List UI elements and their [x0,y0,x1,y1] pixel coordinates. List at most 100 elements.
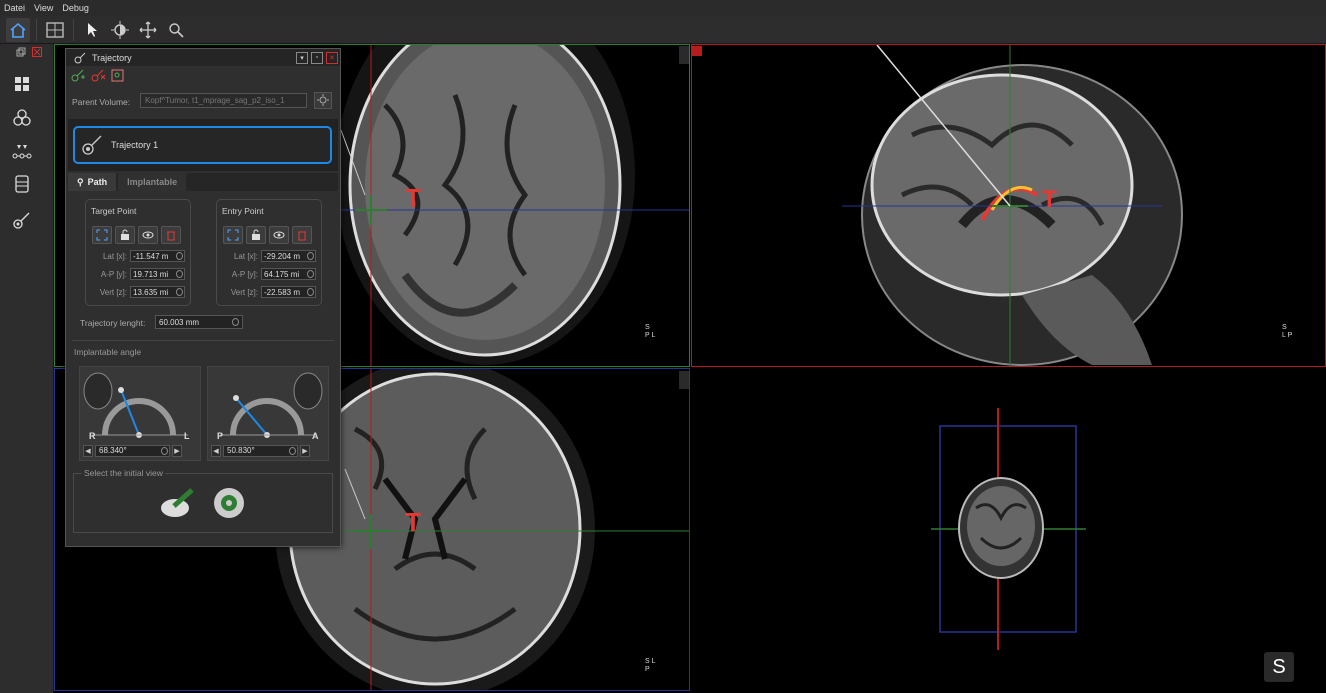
trajectory-length-value: 60.003 mm [159,318,200,327]
add-trajectory-icon[interactable] [70,68,86,82]
spin-icon[interactable] [176,270,183,278]
panel-float-button[interactable]: ▫ [311,51,323,64]
tab-implantable-label: Implantable [127,177,178,187]
apps-grid-button[interactable] [10,72,34,96]
remove-trajectory-icon[interactable] [90,68,106,82]
target-point-title: Target Point [91,206,137,216]
initial-view-axial-button[interactable] [212,486,246,520]
chevron-down-icon: ▾ [300,54,304,62]
entry-vert-row: Vert [z]: -22.583 m [221,286,316,298]
target-lat-value: -11.547 m [133,251,169,261]
menu-view[interactable]: View [34,3,53,13]
target-ap-input[interactable]: 19.713 mi [130,268,185,280]
target-point-group: Target Point Lat [x]: -11.547 m A-P [y]:… [85,199,191,306]
angle-rl-increment[interactable]: ▶ [172,444,182,457]
target-lat-input[interactable]: -11.547 m [130,250,185,262]
spin-icon[interactable] [176,252,183,260]
target-vert-row: Vert [z]: 13.635 mi [90,286,185,298]
angle-rl-control: ◀ 68.340° ▶ [83,444,182,457]
eye-icon [142,231,154,239]
pan-button[interactable] [136,18,160,42]
orientation-marker: S L P [645,658,656,674]
spin-icon[interactable] [307,288,314,296]
target-vert-value: 13.635 mi [133,287,169,297]
trajectory-tool-button[interactable] [10,208,34,232]
menu-datei[interactable]: Datei [4,3,25,13]
sagittal-viewport[interactable]: T S L P [691,44,1326,367]
panel-close-button[interactable]: ✕ [326,51,338,64]
s-badge[interactable]: S [1264,652,1294,682]
main-toolbar [0,16,1326,44]
home-button[interactable] [6,17,30,42]
3d-viewport[interactable] [691,368,1326,691]
angle-pa-increment[interactable]: ▶ [300,444,310,457]
angle-pa-control: ◀ 50.830° ▶ [211,444,310,457]
entry-visibility-button[interactable] [269,226,289,244]
magnifier-icon [169,22,184,38]
angle-pa-decrement[interactable]: ◀ [211,444,221,457]
initial-view-probe-button[interactable] [160,486,194,520]
target-lock-button[interactable] [115,226,135,244]
orientation-s: S [645,324,650,331]
3d-scene [931,408,1086,650]
sagittal-viewport-menu[interactable] [692,46,702,56]
segmentation-button[interactable] [10,106,34,130]
initial-view-label: Select the initial view [82,468,165,478]
target-visibility-button[interactable] [138,226,158,244]
settings-icon [317,94,329,106]
points-button[interactable] [10,140,34,164]
layout-button[interactable] [43,18,67,42]
angle-pa-left: P [217,431,224,441]
spin-icon[interactable] [232,318,239,326]
angle-rl-decrement[interactable]: ◀ [83,444,93,457]
panel-menu-button[interactable]: ▾ [296,51,308,64]
zoom-button[interactable] [164,18,188,42]
close-icon[interactable] [32,47,42,57]
svg-text:T: T [405,183,421,213]
axial-viewport-menu[interactable] [679,371,689,389]
home-icon [10,22,26,38]
target-delete-button[interactable] [161,226,181,244]
pointer-tool-button[interactable] [80,18,104,42]
angle-rl-right: L [184,431,190,441]
coronal-viewport-menu[interactable] [679,46,689,64]
angle-rl-value: 68.340° [99,446,127,455]
menu-debug[interactable]: Debug [62,3,89,13]
target-focus-button[interactable] [92,226,112,244]
target-vert-input[interactable]: 13.635 mi [130,286,185,298]
tab-path[interactable]: ⚲ Path [68,173,117,191]
entry-ap-input[interactable]: 64.175 mi [261,268,316,280]
trash-icon [298,231,306,241]
spin-icon[interactable] [161,446,168,455]
spin-icon[interactable] [289,446,296,455]
orientation-p: P [645,666,650,673]
close-icon: ✕ [329,54,335,62]
spin-icon[interactable] [307,252,314,260]
tab-implantable[interactable]: Implantable [118,173,187,191]
menu-bar: Datei View Debug [0,0,1326,16]
window-level-button[interactable] [108,18,132,42]
spin-icon[interactable] [307,270,314,278]
trajectory-list-item[interactable]: Trajectory 1 [73,126,332,164]
film-button[interactable] [10,172,34,196]
restore-icon[interactable] [16,47,26,57]
trajectory-length-input[interactable]: 60.003 mm [155,315,243,329]
angle-rl-left: R [89,431,96,441]
angle-rl-input[interactable]: 68.340° [95,444,170,457]
entry-vert-input[interactable]: -22.583 m [261,286,316,298]
entry-delete-button[interactable] [292,226,312,244]
tab-path-label: Path [87,177,108,187]
entry-lat-input[interactable]: -29.204 m [261,250,316,262]
parent-volume-button[interactable] [314,92,332,109]
entry-lock-button[interactable] [246,226,266,244]
trajectory-icon [82,135,102,155]
spin-icon[interactable] [176,288,183,296]
move-icon [139,21,157,38]
svg-text:T: T [1042,186,1057,213]
trajectory-length-label: Trajectory lenght: [80,318,146,328]
entry-focus-button[interactable] [223,226,243,244]
implantable-angle-label: Implantable angle [74,347,142,357]
parent-volume-field[interactable]: Kopf^Tumor, t1_mprage_sag_p2_iso_1 [140,93,307,108]
angle-pa-input[interactable]: 50.830° [223,444,298,457]
export-trajectory-icon[interactable] [110,68,126,82]
